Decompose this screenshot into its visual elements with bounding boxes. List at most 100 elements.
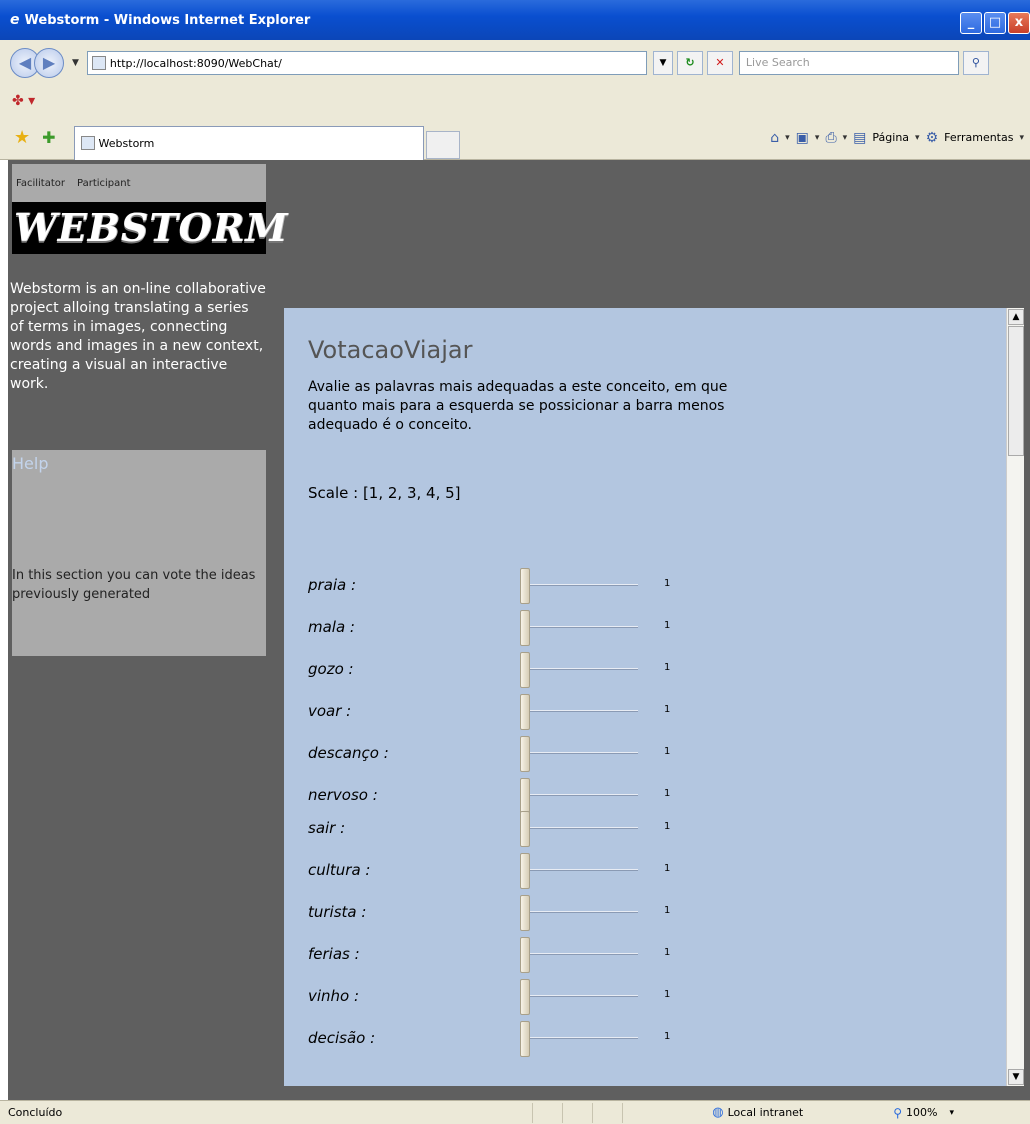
vote-slider-handle[interactable] [520, 652, 530, 688]
term-label: mala : [308, 618, 355, 636]
page-menu-dropdown-icon[interactable]: ▾ [915, 133, 920, 143]
command-bar: ⌂ ▾ ▣ ▾ ⎙ ▾ ▤ Página ▾ ⚙ Ferramentas ▾ [770, 130, 1030, 146]
vote-slider-handle[interactable] [520, 853, 530, 889]
vote-slider-track[interactable] [524, 953, 638, 955]
vote-row-sair: sair : 1 [284, 811, 1006, 847]
help-panel: Help In this section you can vote the id… [12, 450, 266, 656]
address-dropdown-button[interactable]: ▼ [652, 51, 673, 75]
menu-participant[interactable]: Participant [77, 178, 131, 189]
term-label: gozo : [308, 660, 354, 678]
tab-webstorm[interactable]: Webstorm [73, 125, 424, 160]
address-toolbar: ◀ ▶ ▼ http://localhost:8090/WebChat/ ▼ ↻… [0, 40, 1030, 86]
search-input[interactable]: Live Search [738, 51, 959, 75]
refresh-button[interactable]: ↻ [676, 51, 703, 75]
vote-slider-track[interactable] [524, 752, 638, 754]
page-menu[interactable]: Página [872, 131, 909, 144]
toolbar-options-icon[interactable]: ✤ ▾ [12, 93, 35, 109]
forward-button[interactable]: ▶ [34, 48, 64, 78]
vote-row-mala: mala : 1 [284, 610, 1006, 646]
vote-slider-track[interactable] [524, 869, 638, 871]
vote-slider-track[interactable] [524, 710, 638, 712]
print-dropdown-icon[interactable]: ▾ [843, 133, 848, 143]
maximize-button[interactable]: □ [984, 12, 1006, 34]
vote-value: 1 [664, 1031, 671, 1042]
vote-row-cultura: cultura : 1 [284, 853, 1006, 889]
zoom-dropdown-icon[interactable]: ▾ [950, 1108, 955, 1118]
links-toolbar: ✤ ▾ [0, 86, 1030, 116]
scroll-down-arrow-icon[interactable]: ▼ [1008, 1069, 1024, 1085]
tab-title: Webstorm [98, 136, 155, 150]
vote-slider-handle[interactable] [520, 1021, 530, 1057]
vertical-scrollbar[interactable]: ▲ ▼ [1006, 308, 1024, 1086]
status-divider [562, 1102, 592, 1123]
vote-value: 1 [664, 578, 671, 589]
vote-slider-handle[interactable] [520, 895, 530, 931]
zoom-level: 100% [906, 1106, 938, 1119]
zoom-control[interactable]: ⚲ 100% ▾ [893, 1106, 954, 1120]
vote-slider-track[interactable] [524, 827, 638, 829]
tools-menu-dropdown-icon[interactable]: ▾ [1019, 133, 1024, 143]
vote-slider-handle[interactable] [520, 694, 530, 730]
vote-slider-track[interactable] [524, 911, 638, 913]
feeds-icon[interactable]: ▣ [796, 130, 809, 146]
security-zone[interactable]: ◍ Local intranet [712, 1105, 803, 1120]
home-dropdown-icon[interactable]: ▾ [785, 133, 790, 143]
home-icon[interactable]: ⌂ [770, 130, 779, 146]
vote-slider-handle[interactable] [520, 610, 530, 646]
vote-slider-handle[interactable] [520, 568, 530, 604]
vote-slider-track[interactable] [524, 1037, 638, 1039]
poll-scale: Scale : [1, 2, 3, 4, 5] [308, 484, 461, 502]
scrollbar-thumb[interactable] [1008, 326, 1024, 456]
poll-title: VotacaoViajar [308, 336, 473, 364]
vote-slider-track[interactable] [524, 995, 638, 997]
top-menu: Facilitator Participant [12, 164, 266, 202]
page-icon [91, 56, 106, 70]
term-label: sair : [308, 819, 346, 837]
favorites-star-icon[interactable]: ★ [14, 127, 30, 148]
stop-button[interactable]: ✕ [706, 51, 733, 75]
vote-value: 1 [664, 704, 671, 715]
add-favorites-icon[interactable]: ✚ [42, 128, 55, 147]
term-label: ferias : [308, 945, 360, 963]
vote-row-gozo: gozo : 1 [284, 652, 1006, 688]
search-icon[interactable]: ⚲ [962, 51, 989, 75]
voting-panel: VotacaoViajar Avalie as palavras mais ad… [284, 308, 1006, 1086]
vote-value: 1 [664, 662, 671, 673]
vote-value: 1 [664, 863, 671, 874]
vote-row-nervoso: nervoso : 1 [284, 778, 1006, 814]
tab-bar: ★ ✚ Webstorm ⌂ ▾ ▣ ▾ ⎙ ▾ ▤ Página ▾ ⚙ Fe… [0, 116, 1030, 160]
vote-slider-track[interactable] [524, 626, 638, 628]
vote-slider-track[interactable] [524, 584, 638, 586]
vote-row-praia: praia : 1 [284, 568, 1006, 604]
vote-slider-handle[interactable] [520, 979, 530, 1015]
status-text: Concluído [8, 1106, 63, 1119]
vote-slider-handle[interactable] [520, 811, 530, 847]
close-button[interactable]: x [1008, 12, 1030, 34]
status-divider [532, 1102, 562, 1123]
vote-row-turista: turista : 1 [284, 895, 1006, 931]
menu-facilitator[interactable]: Facilitator [16, 178, 65, 189]
vote-row-vinho: vinho : 1 [284, 979, 1006, 1015]
zoom-icon: ⚲ [893, 1105, 903, 1120]
zone-label: Local intranet [727, 1106, 804, 1119]
new-tab-button[interactable] [425, 130, 460, 159]
print-icon[interactable]: ⎙ [825, 130, 836, 146]
vote-slider-track[interactable] [524, 668, 638, 670]
feeds-dropdown-icon[interactable]: ▾ [815, 133, 820, 143]
help-text: In this section you can vote the ideas p… [12, 568, 256, 602]
vote-value: 1 [664, 821, 671, 832]
status-bar: Concluído ◍ Local intranet ⚲ 100% ▾ [0, 1100, 1030, 1124]
vote-row-ferias: ferias : 1 [284, 937, 1006, 973]
vote-slider-handle[interactable] [520, 937, 530, 973]
minimize-button[interactable]: _ [960, 12, 982, 34]
address-field[interactable]: http://localhost:8090/WebChat/ [86, 51, 647, 75]
scroll-up-arrow-icon[interactable]: ▲ [1008, 309, 1024, 325]
term-label: turista : [308, 903, 367, 921]
window-controls: _ □ x [960, 12, 1030, 34]
recent-pages-dropdown[interactable]: ▼ [72, 58, 79, 68]
vote-slider-handle[interactable] [520, 736, 530, 772]
vote-slider-track[interactable] [524, 794, 638, 796]
tools-menu[interactable]: Ferramentas [944, 131, 1013, 144]
window-title: Webstorm - Windows Internet Explorer [24, 12, 311, 28]
vote-slider-handle[interactable] [520, 778, 530, 814]
